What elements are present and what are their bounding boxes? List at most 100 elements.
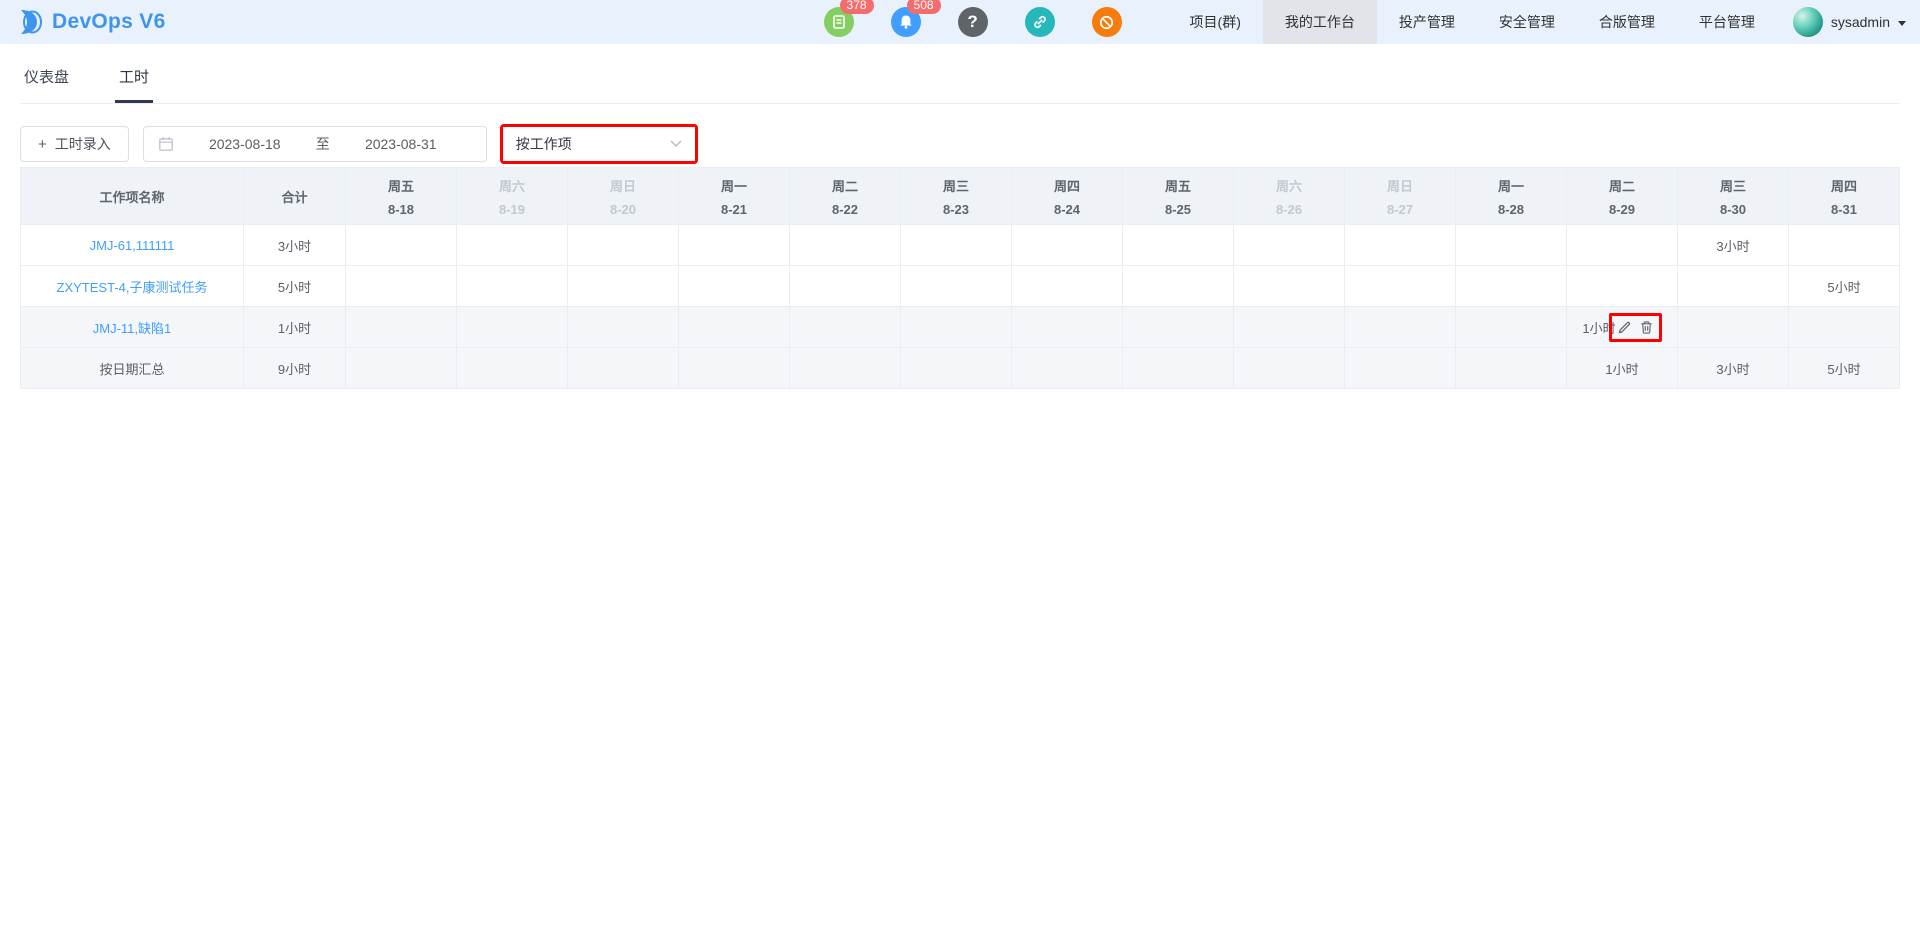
- chain-glyph: [1032, 14, 1048, 30]
- hours-cell: [1789, 307, 1900, 348]
- hours-cell: 1小时: [1567, 348, 1678, 389]
- worktime-table: 工作项名称 合计 周五8-18周六8-19周日8-20周一8-21周二8-22周…: [20, 167, 1900, 389]
- annotation-box-row-actions: [1609, 313, 1662, 342]
- user-menu[interactable]: sysadmin: [1793, 7, 1906, 37]
- add-worktime-button[interactable]: + 工时录入: [20, 126, 129, 162]
- date-start-value[interactable]: 2023-08-18: [174, 136, 316, 152]
- hours-cell: [679, 348, 790, 389]
- group-by-select[interactable]: 按工作项: [503, 127, 695, 161]
- hours-cell: [1678, 307, 1789, 348]
- date-column-header: 周日8-27: [1345, 168, 1456, 225]
- work-item-link[interactable]: ZXYTEST-4,子康测试任务: [57, 280, 208, 295]
- hours-cell: [568, 348, 679, 389]
- hours-cell: [1456, 348, 1567, 389]
- work-item-row: ZXYTEST-4,子康测试任务 5小时 5小时: [21, 266, 1900, 307]
- summary-row: 按日期汇总9小时1小时3小时5小时: [21, 348, 1900, 389]
- tab-dashboard[interactable]: 仪表盘: [20, 68, 73, 103]
- tasks-icon[interactable]: 378: [824, 7, 854, 37]
- document-glyph: [831, 14, 847, 30]
- hours-cell: [790, 266, 901, 307]
- date-range-picker[interactable]: 2023-08-18 至 2023-08-31: [143, 126, 487, 162]
- hours-cell: [901, 225, 1012, 266]
- hours-cell: [1123, 266, 1234, 307]
- question-glyph: ?: [967, 12, 977, 32]
- hours-cell: [679, 266, 790, 307]
- hours-cell: [901, 307, 1012, 348]
- app-title: DevOps V6: [52, 10, 166, 34]
- nav-item[interactable]: 我的工作台: [1263, 0, 1377, 44]
- app-logo[interactable]: DevOps V6: [16, 8, 166, 36]
- work-item-name-cell: ZXYTEST-4,子康测试任务: [21, 266, 244, 307]
- date-column-header: 周四8-31: [1789, 168, 1900, 225]
- hours-cell: [346, 225, 457, 266]
- work-item-link[interactable]: JMJ-61,111111: [90, 238, 175, 253]
- hours-cell: [790, 307, 901, 348]
- date-column-header: 周一8-28: [1456, 168, 1567, 225]
- hours-cell: [1345, 225, 1456, 266]
- hours-cell: [346, 348, 457, 389]
- hours-cell: [457, 225, 568, 266]
- hours-cell: [457, 348, 568, 389]
- date-range-separator: 至: [316, 134, 330, 154]
- total-hours-cell: 5小时: [244, 266, 346, 307]
- worktime-toolbar: + 工时录入 2023-08-18 至 2023-08-31 按工作项: [20, 124, 1900, 164]
- hours-cell: 5小时: [1789, 348, 1900, 389]
- main-nav: 项目(群)我的工作台投产管理安全管理合版管理平台管理: [1168, 0, 1777, 44]
- date-end-value[interactable]: 2023-08-31: [330, 136, 472, 152]
- date-column-header: 周一8-21: [679, 168, 790, 225]
- hours-cell: [790, 225, 901, 266]
- notifications-badge: 508: [907, 0, 941, 14]
- delete-icon[interactable]: [1639, 320, 1654, 335]
- nav-item[interactable]: 项目(群): [1168, 0, 1263, 44]
- chevron-down-icon: [670, 140, 682, 148]
- hours-cell: [1234, 225, 1345, 266]
- total-hours-cell: 3小时: [244, 225, 346, 266]
- nav-item[interactable]: 合版管理: [1577, 0, 1677, 44]
- tab-worktime[interactable]: 工时: [115, 68, 153, 103]
- hours-cell: [901, 348, 1012, 389]
- nav-item[interactable]: 安全管理: [1477, 0, 1577, 44]
- date-column-header: 周日8-20: [568, 168, 679, 225]
- edit-icon[interactable]: [1617, 320, 1632, 335]
- work-item-link[interactable]: JMJ-11,缺陷1: [93, 321, 172, 336]
- add-worktime-label: 工时录入: [55, 134, 111, 154]
- header-action-icons: 378 508 ?: [824, 7, 1122, 37]
- hours-cell: 1小时: [1567, 307, 1678, 348]
- notifications-icon[interactable]: 508: [891, 7, 921, 37]
- nav-item[interactable]: 投产管理: [1377, 0, 1477, 44]
- nav-item[interactable]: 平台管理: [1677, 0, 1777, 44]
- chevron-down-icon: [1898, 21, 1906, 26]
- tasks-badge: 378: [840, 0, 874, 14]
- calendar-icon: [158, 136, 174, 152]
- summary-label-cell: 按日期汇总: [21, 348, 244, 389]
- work-item-row: JMJ-11,缺陷1 1小时 1小时: [21, 307, 1900, 348]
- total-hours-cell: 9小时: [244, 348, 346, 389]
- hours-cell: 5小时: [1789, 266, 1900, 307]
- hours-cell: [1012, 225, 1123, 266]
- hours-cell: [1567, 225, 1678, 266]
- hours-cell: [1456, 307, 1567, 348]
- hours-cell: [346, 266, 457, 307]
- help-icon[interactable]: ?: [958, 7, 988, 37]
- hours-cell: [679, 225, 790, 266]
- table-header-row: 工作项名称 合计 周五8-18周六8-19周日8-20周一8-21周二8-22周…: [21, 168, 1900, 225]
- hours-cell: [457, 266, 568, 307]
- do-not-disturb-icon[interactable]: [1092, 7, 1122, 37]
- hours-cell: [1678, 266, 1789, 307]
- date-column-header: 周五8-25: [1123, 168, 1234, 225]
- hours-cell: [1345, 266, 1456, 307]
- date-column-header: 周三8-23: [901, 168, 1012, 225]
- top-header: DevOps V6 378 508 ?: [0, 0, 1920, 44]
- hours-cell: [1123, 307, 1234, 348]
- work-item-name-cell: JMJ-61,111111: [21, 225, 244, 266]
- total-hours-cell: 1小时: [244, 307, 346, 348]
- prohibit-glyph: [1098, 14, 1115, 31]
- user-avatar: [1793, 7, 1823, 37]
- table-body: JMJ-61,1111113小时3小时ZXYTEST-4,子康测试任务5小时5小…: [21, 225, 1900, 389]
- hours-cell: [1234, 307, 1345, 348]
- hours-cell: [1012, 266, 1123, 307]
- date-column-header: 周二8-29: [1567, 168, 1678, 225]
- link-icon[interactable]: [1025, 7, 1055, 37]
- hours-cell: [1012, 348, 1123, 389]
- date-column-header: 周六8-26: [1234, 168, 1345, 225]
